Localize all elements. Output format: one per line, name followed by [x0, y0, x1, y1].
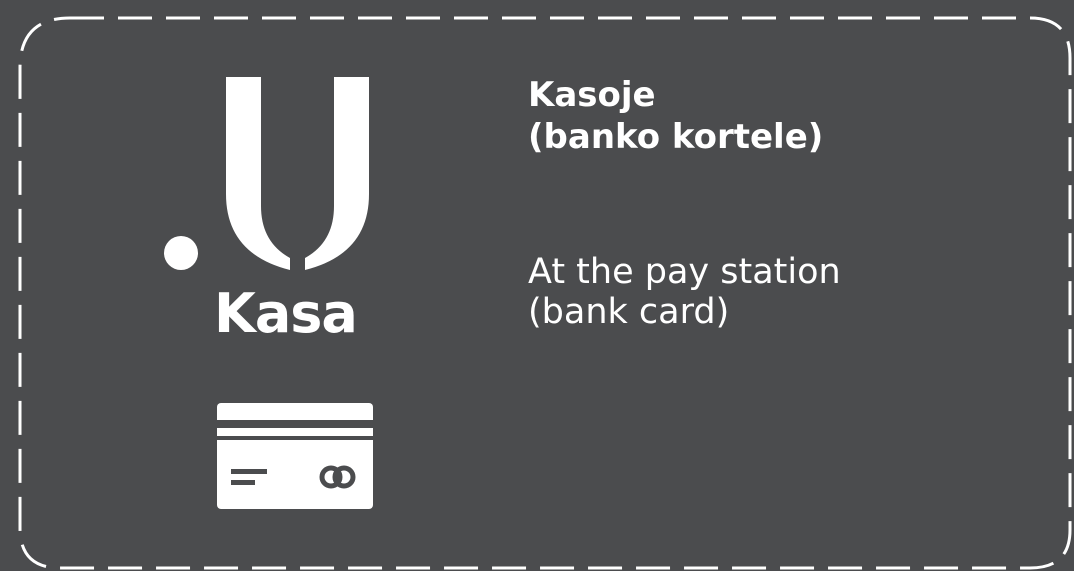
label-lt-line1: Kasoje — [528, 75, 656, 115]
pay-station-sign: Kasa Kasoje (banko kortele) At the pay s… — [0, 0, 1074, 571]
logo-wordmark: Kasa — [214, 282, 358, 345]
label-lt-line2: (banko kortele) — [528, 117, 824, 157]
bank-card-icon — [217, 403, 373, 509]
label-lithuanian: Kasoje (banko kortele) — [528, 74, 1048, 158]
label-en-line2: (bank card) — [528, 292, 730, 332]
dot-u-icon — [164, 77, 369, 270]
payment-label-group: Kasoje (banko kortele) At the pay statio… — [528, 74, 1048, 332]
label-en-line1: At the pay station — [528, 252, 841, 292]
label-english: At the pay station (bank card) — [528, 252, 841, 332]
